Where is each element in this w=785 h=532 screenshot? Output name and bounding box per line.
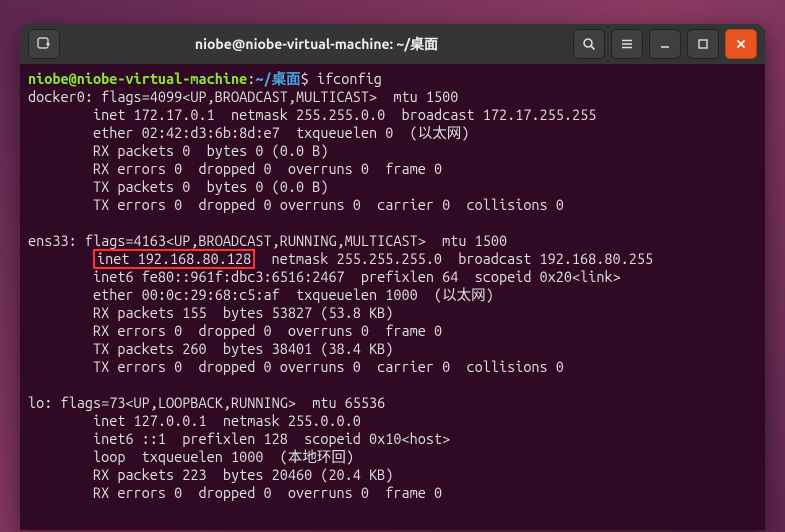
close-icon [734,37,748,51]
close-button[interactable] [725,29,757,59]
maximize-icon [696,37,710,51]
iface-line: inet 172.17.0.1 netmask 255.255.0.0 broa… [28,106,596,123]
iface-line: inet6 fe80::961f:dbc3:6516:2467 prefixle… [28,268,621,285]
iface-line: RX packets 223 bytes 20460 (20.4 KB) [28,466,393,483]
iface-line: TX packets 260 bytes 38401 (38.4 KB) [28,340,393,357]
iface-line: RX packets 155 bytes 53827 (53.8 KB) [28,304,393,321]
iface-header-docker0: docker0: flags=4099<UP,BROADCAST,MULTICA… [28,88,458,105]
iface-line: RX errors 0 dropped 0 overruns 0 frame 0 [28,160,442,177]
inet-suffix: netmask 255.255.255.0 broadcast 192.168.… [255,250,653,267]
command: ifconfig [317,70,382,87]
prompt-dollar: $ [301,70,309,87]
highlighted-inet: inet 192.168.80.128 [93,249,255,269]
iface-line: inet6 ::1 prefixlen 128 scopeid 0x10<hos… [28,430,450,447]
new-tab-button[interactable] [28,29,60,59]
terminal-window: niobe@niobe-virtual-machine: ~/桌面 [20,24,765,530]
iface-line: RX errors 0 dropped 0 overruns 0 frame 0 [28,322,442,339]
iface-line: TX packets 0 bytes 0 (0.0 B) [28,178,328,195]
iface-line: TX errors 0 dropped 0 overruns 0 carrier… [28,358,564,375]
new-tab-icon [37,37,51,51]
iface-line: inet 127.0.0.1 netmask 255.0.0.0 [28,412,361,429]
window-title: niobe@niobe-virtual-machine: ~/桌面 [66,34,567,54]
menu-button[interactable] [611,29,643,59]
iface-header-ens33: ens33: flags=4163<UP,BROADCAST,RUNNING,M… [28,232,507,249]
iface-line: loop txqueuelen 1000 (本地环回) [28,448,354,465]
iface-line: TX errors 0 dropped 0 overruns 0 carrier… [28,196,564,213]
titlebar: niobe@niobe-virtual-machine: ~/桌面 [20,24,765,64]
iface-line: RX packets 0 bytes 0 (0.0 B) [28,142,328,159]
terminal-output[interactable]: niobe@niobe-virtual-machine:~/桌面$ ifconf… [20,64,765,530]
minimize-icon [658,37,672,51]
maximize-button[interactable] [687,29,719,59]
prompt-path: ~/桌面 [255,70,300,87]
iface-line: ether 00:0c:29:68:c5:af txqueuelen 1000 … [28,286,494,303]
iface-line: RX errors 0 dropped 0 overruns 0 frame 0 [28,484,442,501]
search-button[interactable] [573,29,605,59]
prompt-user: niobe@niobe-virtual-machine [28,70,247,87]
inet-prefix [28,250,93,267]
iface-header-lo: lo: flags=73<UP,LOOPBACK,RUNNING> mtu 65… [28,394,385,411]
minimize-button[interactable] [649,29,681,59]
iface-line: ether 02:42:d3:6b:8d:e7 txqueuelen 0 (以太… [28,124,469,141]
hamburger-icon [620,37,634,51]
search-icon [582,37,596,51]
